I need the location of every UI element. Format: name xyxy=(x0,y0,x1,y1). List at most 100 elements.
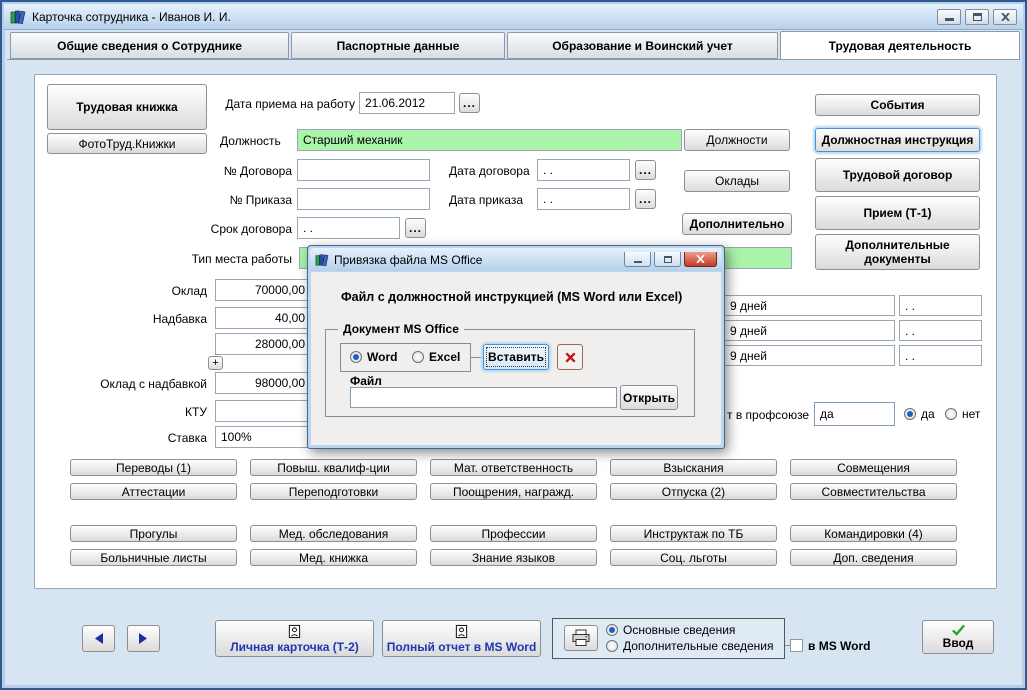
minimize-icon[interactable] xyxy=(937,8,961,25)
hire-date-field[interactable]: 21.06.2012 xyxy=(359,92,455,114)
dialog-minimize-icon[interactable] xyxy=(624,252,651,267)
order-date-browse-button[interactable]: ... xyxy=(635,189,656,209)
allowance-label: Надбавка xyxy=(152,312,207,326)
contract-no-field[interactable] xyxy=(297,159,430,181)
grid-button-qualification[interactable]: Повыш. квалиф-ции xyxy=(250,459,417,476)
window-title: Карточка сотрудника - Иванов И. И. xyxy=(32,9,231,24)
order-date-field[interactable]: . . xyxy=(537,188,630,210)
plus-button[interactable]: + xyxy=(208,356,223,370)
tab-passport-data[interactable]: Паспортные данные xyxy=(291,32,505,59)
maximize-icon[interactable] xyxy=(965,8,989,25)
app-window: Карточка сотрудника - Иванов И. И. Общие… xyxy=(0,0,1027,690)
tab-work-activity[interactable]: Трудовая деятельность xyxy=(780,31,1020,60)
positions-button[interactable]: Должности xyxy=(684,129,790,151)
close-icon[interactable] xyxy=(993,8,1017,25)
days-date-field[interactable]: . . xyxy=(899,295,982,316)
labor-contract-button[interactable]: Трудовой договор xyxy=(815,158,980,192)
workplace-type-label: Тип места работы xyxy=(191,252,292,266)
grid-button-part-time[interactable]: Совместительства xyxy=(790,483,957,500)
print-main-info-radio[interactable]: Основные сведения xyxy=(606,623,735,637)
grid-button-languages[interactable]: Знание языков xyxy=(430,549,597,566)
excel-radio[interactable]: Excel xyxy=(412,350,460,364)
hiring-t1-button[interactable]: Прием (Т-1) xyxy=(815,196,980,230)
contract-term-browse-button[interactable]: ... xyxy=(405,218,426,238)
days-date-field[interactable]: . . xyxy=(899,345,982,366)
delete-link-button[interactable] xyxy=(557,344,583,370)
grid-button-attestations[interactable]: Аттестации xyxy=(70,483,237,500)
days-field[interactable]: 9 дней xyxy=(702,320,895,341)
allowance-amount-field[interactable]: 28000,00 xyxy=(215,333,311,355)
radio-selected-icon xyxy=(350,351,362,363)
additional-button[interactable]: Дополнительно xyxy=(682,213,792,235)
insert-button[interactable]: Вставить xyxy=(483,344,549,370)
dialog-title-bar: Привязка файла MS Office xyxy=(310,248,722,271)
hire-date-browse-button[interactable]: ... xyxy=(459,93,480,113)
days-field[interactable]: 9 дней xyxy=(702,295,895,316)
grid-button-combinations[interactable]: Совмещения xyxy=(790,459,957,476)
tab-education-military[interactable]: Образование и Воинский учет xyxy=(507,32,778,59)
grid-button-penalties[interactable]: Взыскания xyxy=(610,459,777,476)
radio-selected-icon xyxy=(904,408,916,420)
position-field[interactable]: Старший механик xyxy=(297,129,682,151)
salary-total-field[interactable]: 98000,00 xyxy=(215,372,311,394)
group-title: Документ MS Office xyxy=(338,322,464,336)
days-field[interactable]: 9 дней xyxy=(702,345,895,366)
printer-icon xyxy=(571,629,591,647)
grid-button-material-responsibility[interactable]: Мат. ответственность xyxy=(430,459,597,476)
additional-documents-button[interactable]: Дополнительные документы xyxy=(815,234,980,270)
grid-button-professions[interactable]: Профессии xyxy=(430,525,597,542)
ktu-field[interactable] xyxy=(215,400,311,422)
grid-button-medical-exams[interactable]: Мед. обследования xyxy=(250,525,417,542)
grid-button-absences[interactable]: Прогулы xyxy=(70,525,237,542)
prev-record-button[interactable] xyxy=(82,625,115,652)
union-yes-radio[interactable]: да xyxy=(904,407,935,421)
grid-button-social-benefits[interactable]: Соц. льготы xyxy=(610,549,777,566)
next-record-button[interactable] xyxy=(127,625,160,652)
print-button[interactable] xyxy=(564,625,598,651)
dialog-maximize-icon[interactable] xyxy=(654,252,681,267)
rate-field[interactable]: 100% xyxy=(215,426,311,448)
grid-button-business-trips[interactable]: Командировки (4) xyxy=(790,525,957,542)
grid-button-additional-info[interactable]: Доп. сведения xyxy=(790,549,957,566)
grid-button-safety-briefing[interactable]: Инструктаж по ТБ xyxy=(610,525,777,542)
order-date-label: Дата приказа xyxy=(449,193,524,207)
hire-date-label: Дата приема на работу xyxy=(225,97,355,111)
salary-field[interactable]: 70000,00 xyxy=(215,279,311,301)
personal-card-t2-button[interactable]: Личная карточка (Т-2) xyxy=(215,620,374,657)
labor-book-button[interactable]: Трудовая книжка xyxy=(47,84,207,130)
union-label: т в профсоюзе xyxy=(727,408,810,422)
grid-button-sick-leaves[interactable]: Больничные листы xyxy=(70,549,237,566)
events-button[interactable]: События xyxy=(815,94,980,116)
grid-button-transfers[interactable]: Переводы (1) xyxy=(70,459,237,476)
photo-labor-book-button[interactable]: ФотоТруд.Книжки xyxy=(47,133,207,154)
enter-button[interactable]: Ввод xyxy=(922,620,994,654)
contract-date-label: Дата договора xyxy=(449,164,530,178)
contract-date-field[interactable]: . . xyxy=(537,159,630,181)
allowance-percent-field[interactable]: 40,00 xyxy=(215,307,311,329)
order-no-field[interactable] xyxy=(297,188,430,210)
msword-checkbox[interactable] xyxy=(790,639,803,652)
contract-date-browse-button[interactable]: ... xyxy=(635,160,656,180)
contract-term-field[interactable]: . . xyxy=(297,217,400,239)
grid-button-retraining[interactable]: Переподготовки xyxy=(250,483,417,500)
grid-button-awards[interactable]: Поощрения, награжд. xyxy=(430,483,597,500)
salary-total-label: Оклад с надбавкой xyxy=(100,377,207,391)
union-field[interactable]: да xyxy=(814,402,895,426)
grid-button-vacations[interactable]: Отпуска (2) xyxy=(610,483,777,500)
radio-icon xyxy=(412,351,424,363)
word-radio[interactable]: Word xyxy=(350,350,397,364)
salaries-button[interactable]: Оклады xyxy=(684,170,790,192)
dialog-close-icon[interactable] xyxy=(684,252,717,267)
tab-general-info[interactable]: Общие сведения о Сотруднике xyxy=(10,32,289,59)
full-report-msword-button[interactable]: Полный отчет в MS Word xyxy=(382,620,541,657)
salary-label: Оклад xyxy=(171,284,207,298)
file-path-field[interactable] xyxy=(350,387,617,408)
job-description-button[interactable]: Должностная инструкция xyxy=(815,128,980,152)
open-button[interactable]: Открыть xyxy=(620,385,678,410)
app-books-icon xyxy=(10,9,26,25)
connector-line xyxy=(471,357,483,358)
days-date-field[interactable]: . . xyxy=(899,320,982,341)
union-no-radio[interactable]: нет xyxy=(945,407,980,421)
grid-button-medical-book[interactable]: Мед. книжка xyxy=(250,549,417,566)
print-additional-info-radio[interactable]: Дополнительные сведения xyxy=(606,639,773,653)
